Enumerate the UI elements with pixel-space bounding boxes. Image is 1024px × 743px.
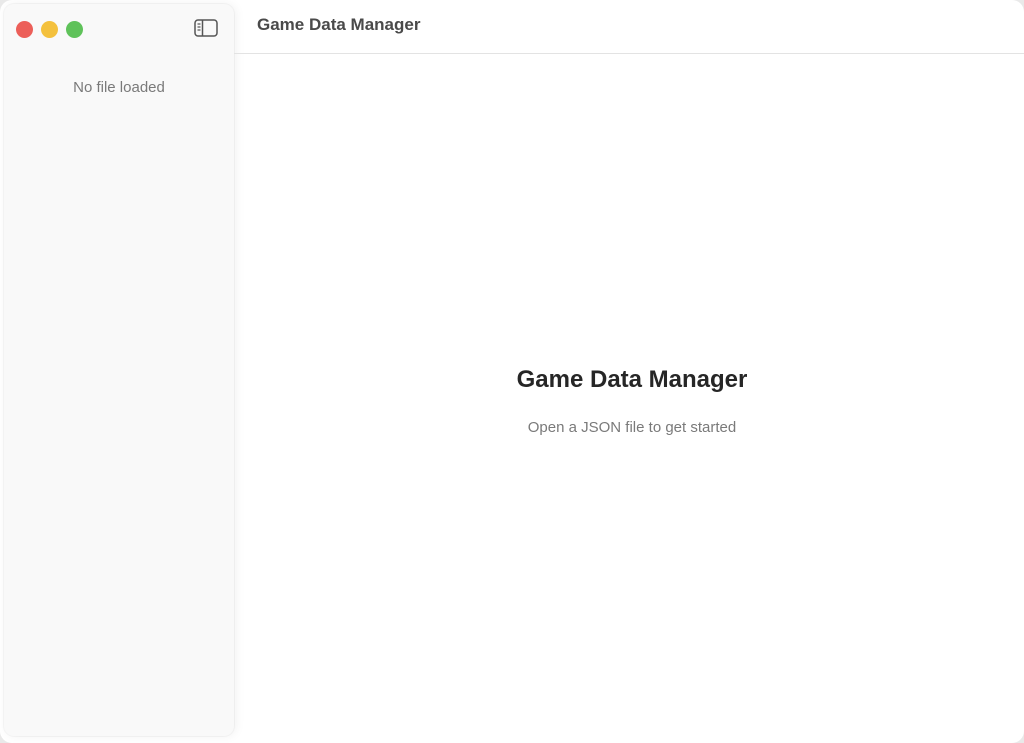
sidebar-status-text: No file loaded: [73, 79, 165, 96]
minimize-window-button[interactable]: [41, 21, 58, 38]
zoom-window-button[interactable]: [66, 21, 83, 38]
window-controls: [16, 21, 83, 38]
empty-state-subtitle: Open a JSON file to get started: [527, 419, 737, 436]
sidebar-left-icon: [194, 19, 218, 37]
empty-state-title: Game Data Manager: [516, 366, 748, 393]
close-window-button[interactable]: [16, 21, 33, 38]
app-window: No file loaded Game Data Manager Game Da…: [0, 0, 1024, 743]
main-content: Game Data Manager Open a JSON file to ge…: [234, 54, 1024, 743]
titlebar: Game Data Manager: [234, 0, 1024, 54]
toggle-sidebar-button[interactable]: [193, 17, 219, 39]
sidebar: No file loaded: [4, 4, 234, 736]
window-title: Game Data Manager: [257, 15, 421, 34]
